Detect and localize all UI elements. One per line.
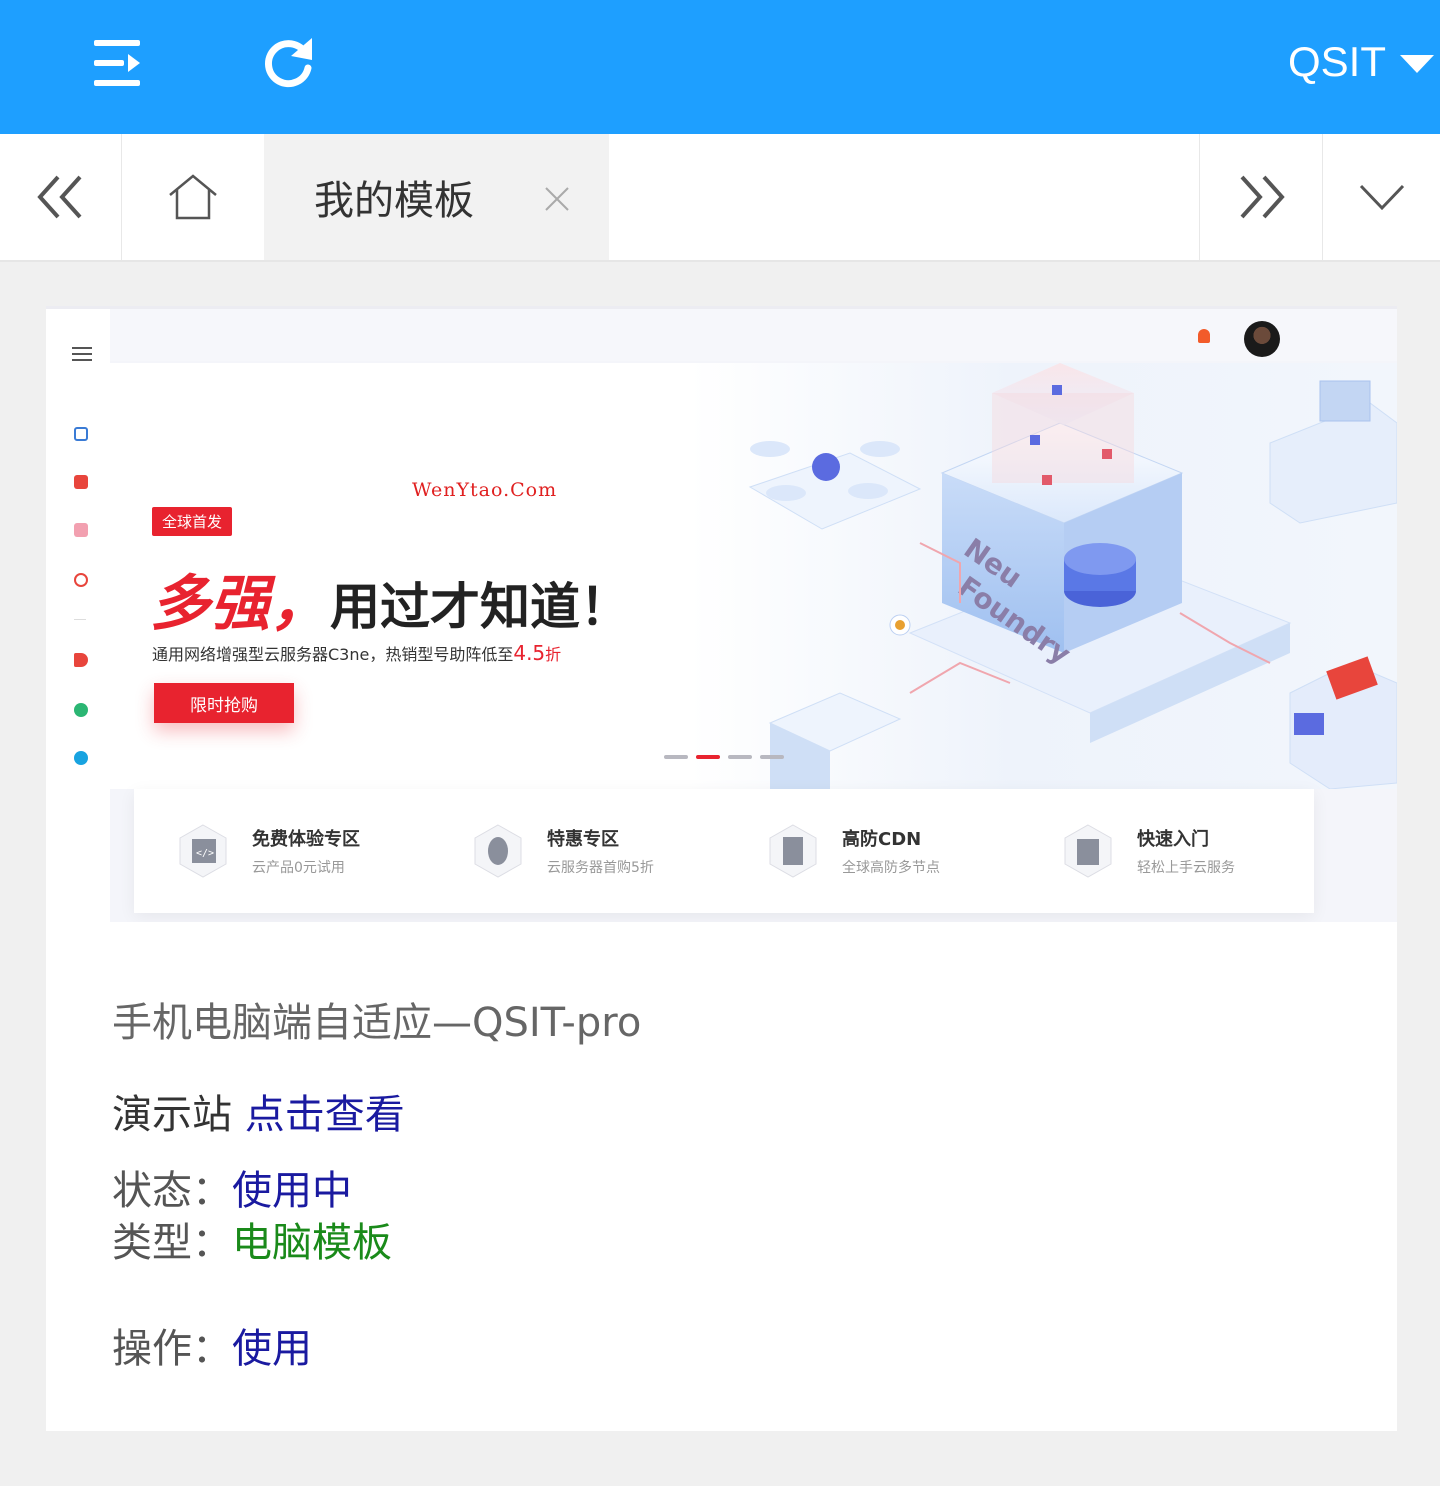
isometric-illustration: Neu Foundry [748, 363, 1397, 789]
carousel-dot[interactable] [664, 755, 688, 759]
feature-title: 快速入门 [1137, 829, 1209, 850]
preview-main: WenYtao.Com 全球首发 多强，用过才知道！ 通用网络增强型云服务器C3… [110, 309, 1397, 922]
sidebar-divider [74, 619, 86, 620]
carousel-dot[interactable] [728, 755, 752, 759]
operation-row: 操作：使用 [112, 1316, 312, 1374]
home-tab[interactable] [122, 134, 264, 260]
refresh-icon[interactable] [258, 32, 320, 94]
type-row: 类型：电脑模板 [112, 1210, 392, 1268]
buy-now-button[interactable]: 限时抢购 [154, 683, 294, 723]
sub-suffix: 折 [545, 645, 562, 664]
double-chevron-right-icon [1240, 175, 1285, 219]
bell-icon [1198, 329, 1210, 343]
user-circle-icon [74, 703, 88, 717]
svg-text:</>: </> [196, 848, 214, 859]
feature-title: 免费体验专区 [252, 829, 360, 850]
feature-title: 高防CDN [842, 829, 922, 850]
carousel-dot-active[interactable] [696, 755, 720, 759]
preview-banner: WenYtao.Com 全球首发 多强，用过才知道！ 通用网络增强型云服务器C3… [110, 363, 1397, 789]
type-label: 类型： [112, 1220, 232, 1266]
code-hexagon-icon: </> [179, 824, 227, 878]
avatar [1244, 321, 1280, 357]
feature-desc: 全球高防多节点 [842, 860, 940, 876]
feature-special-offer[interactable]: 特惠专区 云服务器首购5折 [429, 789, 724, 913]
gift-icon [74, 475, 88, 489]
book-hexagon-icon [1064, 824, 1112, 878]
feature-cdn[interactable]: 高防CDN 全球高防多节点 [724, 789, 1019, 913]
document-hexagon-icon [769, 824, 817, 878]
use-button[interactable]: 使用 [232, 1326, 312, 1372]
template-card: WenYtao.Com 全球首发 多强，用过才知道！ 通用网络增强型云服务器C3… [46, 306, 1397, 1431]
home-icon [169, 174, 217, 220]
hamburger-icon [72, 347, 92, 361]
feature-title: 特惠专区 [547, 829, 619, 850]
double-chevron-left-icon [36, 175, 81, 219]
feature-quick-start[interactable]: 快速入门 轻松上手云服务 [1019, 789, 1314, 913]
megaphone-icon [74, 653, 88, 667]
user-menu[interactable]: QSIT [1288, 34, 1434, 90]
tab-my-templates[interactable]: 我的模板 [264, 134, 609, 260]
operation-label: 操作： [112, 1326, 232, 1372]
banner-headline: 多强，用过才知道！ [150, 555, 630, 642]
banner-tag: 全球首发 [152, 507, 233, 536]
headline-black: 用过才知道！ [330, 578, 630, 636]
feature-desc: 云产品0元试用 [252, 860, 345, 876]
tab-scroll-left-button[interactable] [0, 134, 122, 260]
close-icon[interactable] [544, 186, 570, 212]
feature-desc: 轻松上手云服务 [1137, 860, 1235, 876]
type-value: 电脑模板 [232, 1220, 392, 1266]
demo-row: 演示站 点击查看 [112, 1082, 405, 1140]
tab-label: 我的模板 [314, 178, 474, 224]
tab-scroll-right-button[interactable] [1199, 134, 1322, 260]
demo-link[interactable]: 点击查看 [245, 1092, 405, 1138]
carousel-dots [664, 755, 784, 759]
preview-sidebar [46, 309, 110, 922]
chevron-down-icon [1359, 184, 1404, 211]
preview-topbar [110, 309, 1397, 361]
template-title: 手机电脑端自适应—QSIT-pro [112, 1000, 642, 1046]
feature-strip: </> 免费体验专区 云产品0元试用 特惠专区 云服务器首购5折 高防CDN 全… [134, 789, 1314, 913]
top-header: QSIT [0, 0, 1440, 134]
status-label: 状态： [112, 1168, 232, 1214]
atom-icon [74, 573, 88, 587]
tab-more-button[interactable] [1322, 134, 1440, 260]
template-preview-image[interactable]: WenYtao.Com 全球首发 多强，用过才知道！ 通用网络增强型云服务器C3… [46, 306, 1397, 922]
demo-label: 演示站 [112, 1092, 232, 1138]
caret-down-icon [1400, 55, 1434, 73]
status-row: 状态：使用中 [112, 1158, 352, 1216]
sub-highlight: 4.5 [513, 641, 546, 665]
indent-menu-icon[interactable] [86, 34, 148, 92]
status-value: 使用中 [232, 1168, 352, 1214]
chat-icon [74, 751, 88, 765]
tag-hexagon-icon [474, 824, 522, 878]
cube-icon [74, 523, 88, 537]
banner-subtitle: 通用网络增强型云服务器C3ne，热销型号助阵低至4.5折 [152, 641, 561, 665]
tab-bar: 我的模板 [0, 134, 1440, 262]
store-icon [74, 427, 88, 441]
user-name: QSIT [1287, 38, 1386, 85]
sub-text: 通用网络增强型云服务器C3ne，热销型号助阵低至 [152, 645, 514, 664]
watermark-text: WenYtao.Com [412, 479, 558, 501]
feature-free-trial[interactable]: </> 免费体验专区 云产品0元试用 [134, 789, 429, 913]
carousel-dot[interactable] [760, 755, 784, 759]
headline-red: 多强， [150, 569, 330, 639]
feature-desc: 云服务器首购5折 [547, 860, 654, 876]
